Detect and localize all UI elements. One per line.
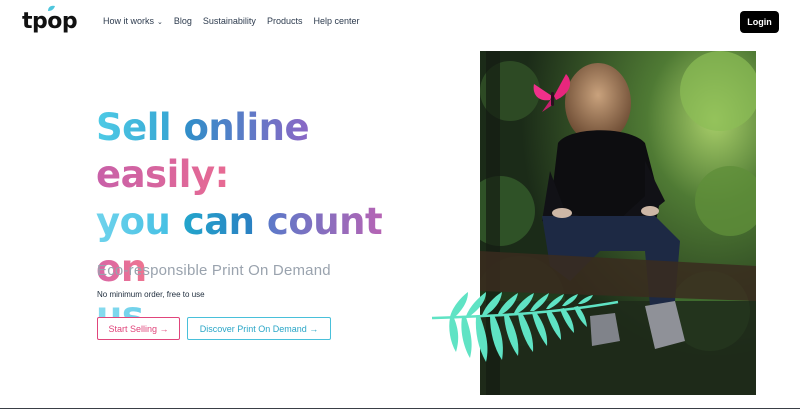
tpop-logo[interactable]: tpop	[22, 5, 78, 34]
start-selling-button[interactable]: Start Selling →	[97, 317, 180, 340]
headline-word: easily:	[96, 153, 229, 196]
nav-item-blog[interactable]: Blog	[174, 16, 192, 26]
nav-item-how-it-works[interactable]: How it works ⌄	[103, 16, 163, 26]
main-nav: How it works ⌄ Blog Sustainability Produc…	[103, 16, 360, 26]
hero-headline: Sell online easily: you can count on us	[96, 104, 436, 339]
login-button[interactable]: Login	[740, 11, 779, 33]
chevron-down-icon: ⌄	[157, 19, 163, 26]
headline-word: online	[183, 106, 310, 149]
site-header: tpop How it works ⌄ Blog Sustainability P…	[0, 0, 800, 44]
hero-note: No minimum order, free to use	[97, 290, 205, 299]
headline-word: count	[266, 200, 383, 243]
discover-print-on-demand-button[interactable]: Discover Print On Demand →	[187, 317, 331, 340]
section-divider	[0, 408, 800, 409]
nav-item-help-center[interactable]: Help center	[313, 16, 359, 26]
butterfly-illustration	[533, 74, 571, 112]
nav-item-sustainability[interactable]: Sustainability	[203, 16, 256, 26]
leaf-icon	[48, 5, 55, 11]
fern-leaf-illustration	[431, 292, 619, 362]
logo-text: tpop	[22, 9, 78, 34]
headline-word: can	[182, 200, 255, 243]
headline-word: you	[96, 200, 171, 243]
headline-word: Sell	[96, 106, 172, 149]
nav-item-products[interactable]: Products	[267, 16, 303, 26]
hero-subtitle: Eco-responsible Print On Demand	[97, 262, 331, 279]
nav-item-label: How it works	[103, 16, 155, 26]
